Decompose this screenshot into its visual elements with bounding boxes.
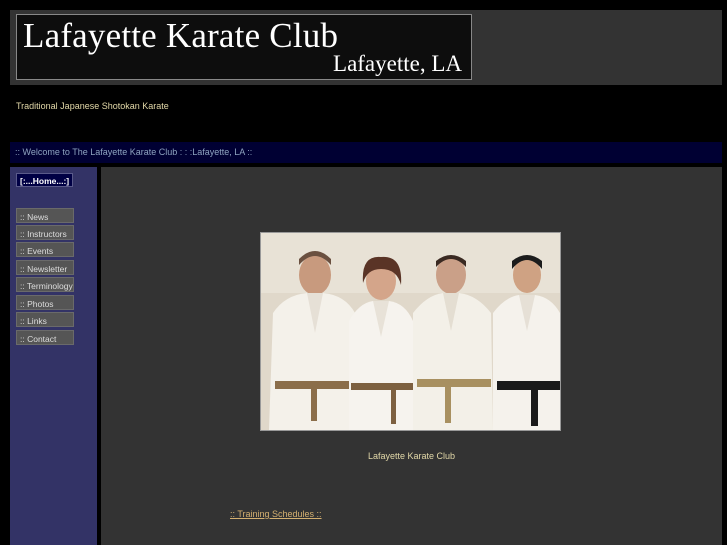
tagline: Traditional Japanese Shotokan Karate — [16, 101, 169, 111]
welcome-bar: :: Welcome to The Lafayette Karate Club … — [10, 142, 722, 163]
photo-caption: Lafayette Karate Club — [367, 451, 456, 461]
club-photo — [260, 232, 561, 431]
nav-photos[interactable]: :: Photos — [16, 295, 74, 310]
nav-newsletter[interactable]: :: Newsletter — [16, 260, 74, 275]
site-logo[interactable]: Lafayette Karate Club Lafayette, LA — [16, 14, 472, 80]
nav-events[interactable]: :: Events — [16, 242, 74, 257]
nav-news[interactable]: :: News — [16, 208, 74, 223]
welcome-text: :: Welcome to The Lafayette Karate Club … — [15, 147, 253, 157]
nav-contact[interactable]: :: Contact — [16, 330, 74, 345]
site-title: Lafayette Karate Club — [23, 16, 339, 55]
site-location: Lafayette, LA — [333, 51, 462, 76]
training-schedules-link[interactable]: :: Training Schedules :: — [230, 509, 322, 519]
nav-terminology[interactable]: :: Terminology — [16, 277, 74, 292]
nav-instructors[interactable]: :: Instructors — [16, 225, 74, 240]
nav-links[interactable]: :: Links — [16, 312, 74, 327]
main-content: Lafayette Karate Club :: Training Schedu… — [101, 167, 722, 545]
sidebar: [:...Home...:] :: News :: Instructors ::… — [10, 167, 97, 545]
nav-home[interactable]: [:...Home...:] — [16, 173, 73, 187]
